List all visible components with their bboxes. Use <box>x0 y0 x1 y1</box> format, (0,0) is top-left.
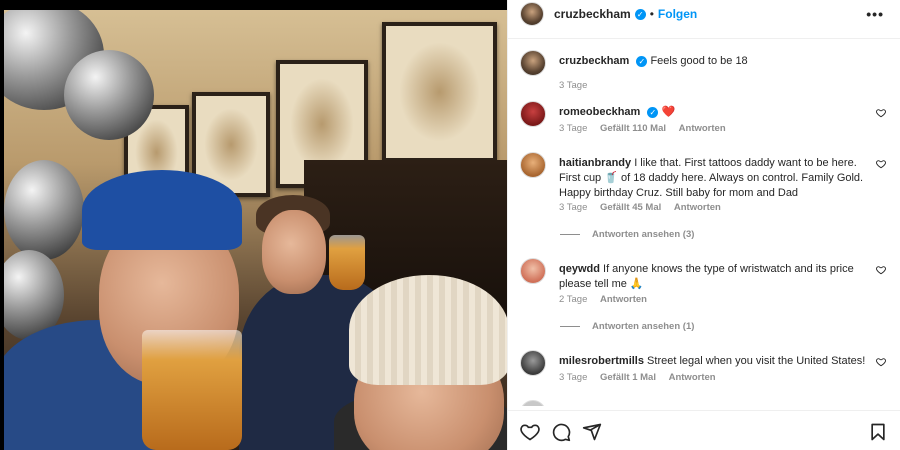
comment-text: qeywdd If anyone knows the type of wrist… <box>559 262 869 292</box>
caption-username[interactable]: cruzbeckham <box>559 55 629 67</box>
bookmark-icon[interactable] <box>868 422 888 442</box>
heart-icon[interactable] <box>520 422 540 442</box>
header-separator: • <box>649 7 654 21</box>
post-header: cruzbeckham ✓ • Folgen <box>508 0 900 28</box>
view-replies-label[interactable]: Antworten ansehen (3) <box>592 229 694 240</box>
comment-username[interactable]: qeywdd <box>559 263 600 275</box>
comment-username[interactable]: milesrobertmills <box>559 355 644 367</box>
view-replies-label[interactable]: Antworten ansehen (1) <box>592 321 694 332</box>
comment-message: If anyone knows the type of wristwatch a… <box>559 263 854 290</box>
comment-like-heart-icon[interactable] <box>876 357 886 367</box>
comment-likes[interactable]: Gefällt 45 Mal <box>600 202 661 213</box>
silver-balloon <box>4 160 84 260</box>
comment-text: haitianbrandy I like that. First tattoos… <box>559 156 869 201</box>
photo-content <box>4 10 507 450</box>
view-replies-button[interactable]: Antworten ansehen (3) <box>560 229 694 240</box>
commenter-avatar[interactable] <box>520 350 546 376</box>
commenter-avatar[interactable] <box>520 400 546 406</box>
verified-badge-icon: ✓ <box>634 8 646 20</box>
share-icon[interactable] <box>582 422 602 442</box>
commenter-avatar[interactable] <box>520 152 546 178</box>
post-sidebar: cruzbeckham ✓ • Folgen ••• cruzbeckham ✓… <box>507 0 900 450</box>
caption-meta: 3 Tage <box>559 80 597 91</box>
comment-likes[interactable]: Gefällt 110 Mal <box>600 123 666 134</box>
reply-button[interactable]: Antworten <box>679 123 726 134</box>
comments-list: cruzbeckham ✓ Feels good to be 18 3 Tage… <box>508 40 900 406</box>
more-options-icon[interactable]: ••• <box>866 6 884 22</box>
comment-time[interactable]: 3 Tage <box>559 372 587 383</box>
post-photo[interactable] <box>0 0 507 450</box>
wall-picture-frame <box>382 22 497 162</box>
verified-badge-icon: ✓ <box>636 55 648 67</box>
commenter-avatar[interactable] <box>520 101 546 127</box>
verified-badge-icon: ✓ <box>647 106 659 118</box>
caption-time[interactable]: 3 Tage <box>559 80 587 91</box>
follow-button[interactable]: Folgen <box>658 7 697 21</box>
comment-like-heart-icon[interactable] <box>876 108 886 118</box>
baseball-cap <box>82 170 242 250</box>
caption-message: Feels good to be 18 <box>650 55 748 67</box>
author-avatar[interactable] <box>520 50 546 76</box>
comment-time[interactable]: 2 Tage <box>559 294 587 305</box>
comment-meta: 3 Tage Gefällt 45 Mal Antworten <box>559 202 731 213</box>
comment-icon[interactable] <box>551 422 571 442</box>
beer-glass <box>142 330 242 450</box>
silver-balloon <box>64 50 154 140</box>
comment-text: milesrobertmills Street legal when you v… <box>559 354 879 369</box>
comment-like-heart-icon[interactable] <box>876 159 886 169</box>
beanie-hat <box>349 275 507 385</box>
replies-line <box>560 234 580 235</box>
comment-time[interactable]: 3 Tage <box>559 202 587 213</box>
header-divider <box>508 38 900 39</box>
comment-meta: 3 Tage Gefällt 1 Mal Antworten <box>559 372 726 383</box>
person-face <box>262 210 326 294</box>
comment-text: romeobeckham ✓ ❤️ <box>559 105 859 120</box>
reply-button[interactable]: Antworten <box>600 294 647 305</box>
comment-message: Street legal when you visit the United S… <box>647 355 866 367</box>
view-replies-button[interactable]: Antworten ansehen (1) <box>560 321 694 332</box>
post-action-bar <box>508 410 900 450</box>
comment-message: ❤️ <box>661 106 676 118</box>
comment-likes[interactable]: Gefällt 1 Mal <box>600 372 656 383</box>
comment-meta: 2 Tage Antworten <box>559 294 657 305</box>
author-username[interactable]: cruzbeckham <box>554 7 631 21</box>
comment-like-heart-icon[interactable] <box>876 265 886 275</box>
commenter-avatar[interactable] <box>520 258 546 284</box>
comment-time[interactable]: 3 Tage <box>559 123 587 134</box>
caption-text: cruzbeckham ✓ Feels good to be 18 <box>559 54 859 69</box>
reply-button[interactable]: Antworten <box>669 372 716 383</box>
reply-button[interactable]: Antworten <box>674 202 721 213</box>
beer-glass <box>329 235 365 290</box>
author-avatar[interactable] <box>520 2 544 26</box>
comment-username[interactable]: romeobeckham <box>559 106 640 118</box>
comment-meta: 3 Tage Gefällt 110 Mal Antworten <box>559 123 736 134</box>
replies-line <box>560 326 580 327</box>
comment-username[interactable]: haitianbrandy <box>559 157 631 169</box>
